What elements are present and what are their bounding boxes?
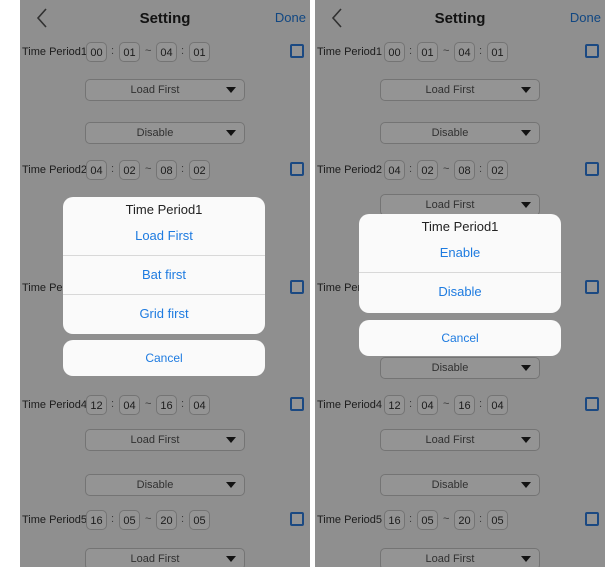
option-grid-first[interactable]: Grid first (63, 294, 265, 333)
mode-action-sheet: Time Period1 Load First Bat first Grid f… (63, 197, 265, 334)
option-disable[interactable]: Disable (359, 272, 561, 311)
left-screen: Setting Done Time Period1 00 : 01 ~ 04 :… (20, 0, 310, 567)
option-load-first[interactable]: Load First (63, 221, 265, 255)
option-bat-first[interactable]: Bat first (63, 255, 265, 294)
enable-action-sheet: Time Period1 Enable Disable (359, 214, 561, 313)
cancel-button[interactable]: Cancel (63, 340, 265, 376)
right-screen: Setting Done Time Period1 00 : 01 ~ 04 :… (315, 0, 605, 567)
sheet-title: Time Period1 (421, 219, 499, 234)
option-enable[interactable]: Enable (359, 238, 561, 272)
cancel-button[interactable]: Cancel (359, 320, 561, 356)
sheet-title: Time Period1 (125, 202, 203, 217)
